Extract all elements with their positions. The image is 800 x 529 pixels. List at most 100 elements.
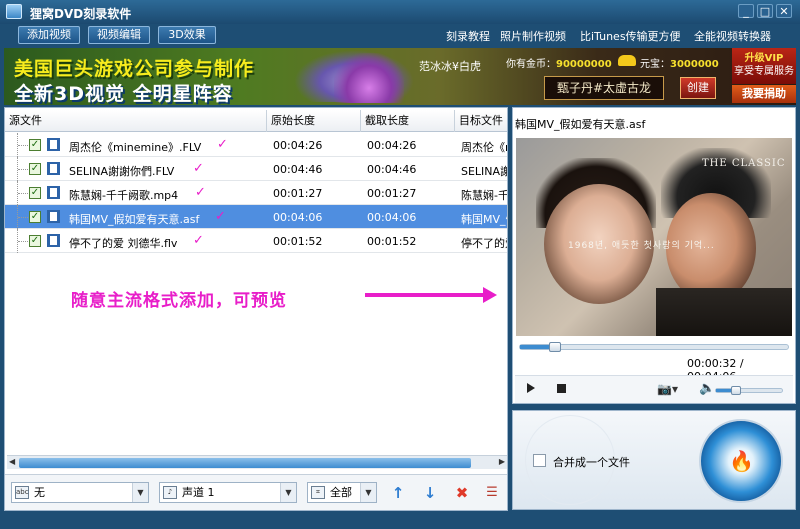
banner-hero-glow [334, 53, 404, 103]
file-name: 停不了的爱 刘德华.flv [69, 237, 178, 250]
cut-length: 00:01:27 [367, 187, 417, 200]
audio-icon: ♪ [163, 486, 177, 499]
range-select[interactable]: ⌗ 全部 ▼ [307, 482, 377, 503]
file-name: 韩国MV_假如爱有天意.asf [69, 213, 200, 226]
col-cut-length[interactable]: 截取长度 [361, 110, 455, 132]
maximize-button[interactable]: □ [757, 4, 773, 18]
col-orig-length[interactable]: 原始长度 [267, 110, 361, 132]
target-file: SELINA謝 [461, 165, 507, 178]
vip-upgrade-button[interactable]: 升级VIP 享受专属服务 [732, 48, 796, 84]
tree-line [17, 133, 29, 157]
chevron-down-icon[interactable]: ▼ [132, 483, 148, 502]
row-checkbox[interactable]: ✓ [29, 187, 41, 199]
banner-tag: 范冰冰¥白虎 [419, 60, 481, 73]
burn-tutorial-link[interactable]: 刻录教程 [446, 28, 490, 44]
title-bar: 狸窝DVD刻录软件 _ □ ✕ [0, 0, 800, 24]
file-list-panel: 源文件 原始长度 截取长度 目标文件 ✓ 周杰伦《minemine》.FLV ✓… [4, 107, 508, 511]
play-icon[interactable] [527, 383, 535, 393]
video-preview[interactable]: THE CLASSIC 1968년, 애듯한 첫사랑의 기억... [516, 138, 792, 336]
donate-button[interactable]: 我要捐助 [732, 85, 796, 103]
move-up-icon[interactable]: ↑ [389, 484, 407, 502]
scroll-left-icon[interactable]: ◀ [9, 457, 15, 466]
row-checkbox[interactable]: ✓ [29, 139, 41, 151]
tree-line [17, 181, 29, 205]
preview-panel: 韩国MV_假如爱有天意.asf THE CLASSIC 1968년, 애듯한 첫… [512, 107, 796, 404]
row-checkbox[interactable]: ✓ [29, 235, 41, 247]
video-edit-button[interactable]: 视频编辑 [88, 26, 150, 44]
table-row[interactable]: ✓ 停不了的爱 刘德华.flv ✓ 00:01:52 00:01:52 停不了的… [5, 229, 507, 253]
merge-checkbox[interactable] [533, 454, 546, 467]
seek-slider[interactable] [519, 342, 789, 352]
itunes-link[interactable]: 比iTunes传输更方便 [580, 28, 681, 44]
tree-line [17, 205, 29, 229]
gold-value: 90000000 [556, 59, 612, 70]
film-icon [47, 162, 60, 175]
tree-line [17, 157, 29, 181]
move-down-icon[interactable]: ↓ [421, 484, 439, 502]
table-row[interactable]: ✓ 陈慧娴-千千阙歌.mp4 ✓ 00:01:27 00:01:27 陈慧娴-千 [5, 181, 507, 205]
chevron-down-icon[interactable]: ▼ [280, 483, 296, 502]
table-header: 源文件 原始长度 截取长度 目标文件 [5, 110, 507, 132]
banner-gold: 你有金币：90000000 [506, 55, 612, 70]
volume-slider[interactable] [715, 386, 783, 395]
ad-banner[interactable]: 美国巨头游戏公司参与制作 全新3D视觉 全明星阵容 范冰冰¥白虎 你有金币：90… [4, 48, 796, 105]
close-button[interactable]: ✕ [776, 4, 792, 18]
vip-line2: 享受专属服务 [734, 66, 794, 77]
banner-yuanbao: 元宝：3000000 [640, 55, 719, 70]
target-file: 陈慧娴-千 [461, 189, 507, 202]
file-name: 陈慧娴-千千阙歌.mp4 [69, 189, 179, 202]
gold-label: 你有金币： [506, 59, 556, 70]
merge-label: 合并成一个文件 [553, 456, 630, 469]
checkmark-annotation-icon: ✓ [195, 185, 206, 200]
toolbar: 添加视频 视频编辑 3D效果 刻录教程 照片制作视频 比iTunes传输更方便 … [0, 24, 800, 46]
checkmark-annotation-icon: ✓ [193, 233, 204, 248]
yuanbao-value: 3000000 [670, 59, 719, 70]
flame-icon[interactable]: 🔥 [729, 449, 754, 473]
player-name-box: 甄子丹#太虚古龙 [544, 76, 664, 100]
delete-icon[interactable]: ✖ [453, 484, 471, 502]
row-checkbox[interactable]: ✓ [29, 211, 41, 223]
app-logo-icon [6, 4, 22, 19]
add-video-button[interactable]: 添加视频 [18, 26, 80, 44]
subtitle-select[interactable]: abc 无 ▼ [11, 482, 149, 503]
stop-icon[interactable] [557, 384, 566, 393]
clear-list-icon[interactable]: ☰ [483, 484, 501, 502]
table-row-selected[interactable]: ✓ 韩国MV_假如爱有天意.asf ✓ 00:04:06 00:04:06 韩国… [5, 205, 507, 229]
yuanbao-label: 元宝： [640, 59, 670, 70]
scrollbar-thumb[interactable] [19, 458, 471, 468]
snapshot-camera-icon[interactable]: 📷▾ [657, 382, 678, 396]
ingot-icon [618, 55, 636, 66]
checkmark-annotation-icon: ✓ [193, 161, 204, 176]
bottom-toolbar: abc 无 ▼ ♪ 声道 1 ▼ ⌗ 全部 ▼ ↑ ↓ ✖ ☰ [5, 474, 507, 510]
table-row[interactable]: ✓ 周杰伦《minemine》.FLV ✓ 00:04:26 00:04:26 … [5, 133, 507, 157]
target-file: 韩国MV_假 [461, 213, 507, 226]
row-checkbox[interactable]: ✓ [29, 163, 41, 175]
create-button[interactable]: 创建 [680, 77, 716, 99]
audio-track-select[interactable]: ♪ 声道 1 ▼ [159, 482, 297, 503]
3d-effect-button[interactable]: 3D效果 [158, 26, 216, 44]
scroll-right-icon[interactable]: ▶ [499, 457, 505, 466]
horizontal-scrollbar[interactable]: ◀ ▶ [7, 455, 507, 469]
col-source[interactable]: 源文件 [5, 110, 267, 132]
col-target[interactable]: 目标文件 [455, 110, 507, 132]
orig-length: 00:01:52 [273, 235, 323, 248]
chevron-down-icon[interactable]: ▼ [360, 483, 376, 502]
cut-length: 00:04:26 [367, 139, 417, 152]
speaker-icon[interactable]: 🔈 [699, 381, 715, 396]
cut-length: 00:04:06 [367, 211, 417, 224]
preview-title: 韩国MV_假如爱有天意.asf [515, 118, 646, 131]
abc-icon: abc [15, 486, 29, 499]
table-row[interactable]: ✓ SELINA謝謝你們.FLV ✓ 00:04:46 00:04:46 SEL… [5, 157, 507, 181]
audio-value: 声道 1 [182, 486, 215, 499]
volume-handle[interactable] [731, 386, 741, 395]
film-icon [47, 138, 60, 151]
minimize-button[interactable]: _ [738, 4, 754, 18]
status-bar [0, 513, 800, 529]
video-converter-link[interactable]: 全能视频转换器 [694, 28, 771, 44]
video-subtitle-text: 1968년, 애듯한 첫사랑의 기억... [568, 241, 715, 251]
seek-handle[interactable] [549, 342, 561, 352]
film-icon [47, 234, 60, 247]
orig-length: 00:04:06 [273, 211, 323, 224]
range-value: 全部 [330, 486, 352, 499]
photo-video-link[interactable]: 照片制作视频 [500, 28, 566, 44]
